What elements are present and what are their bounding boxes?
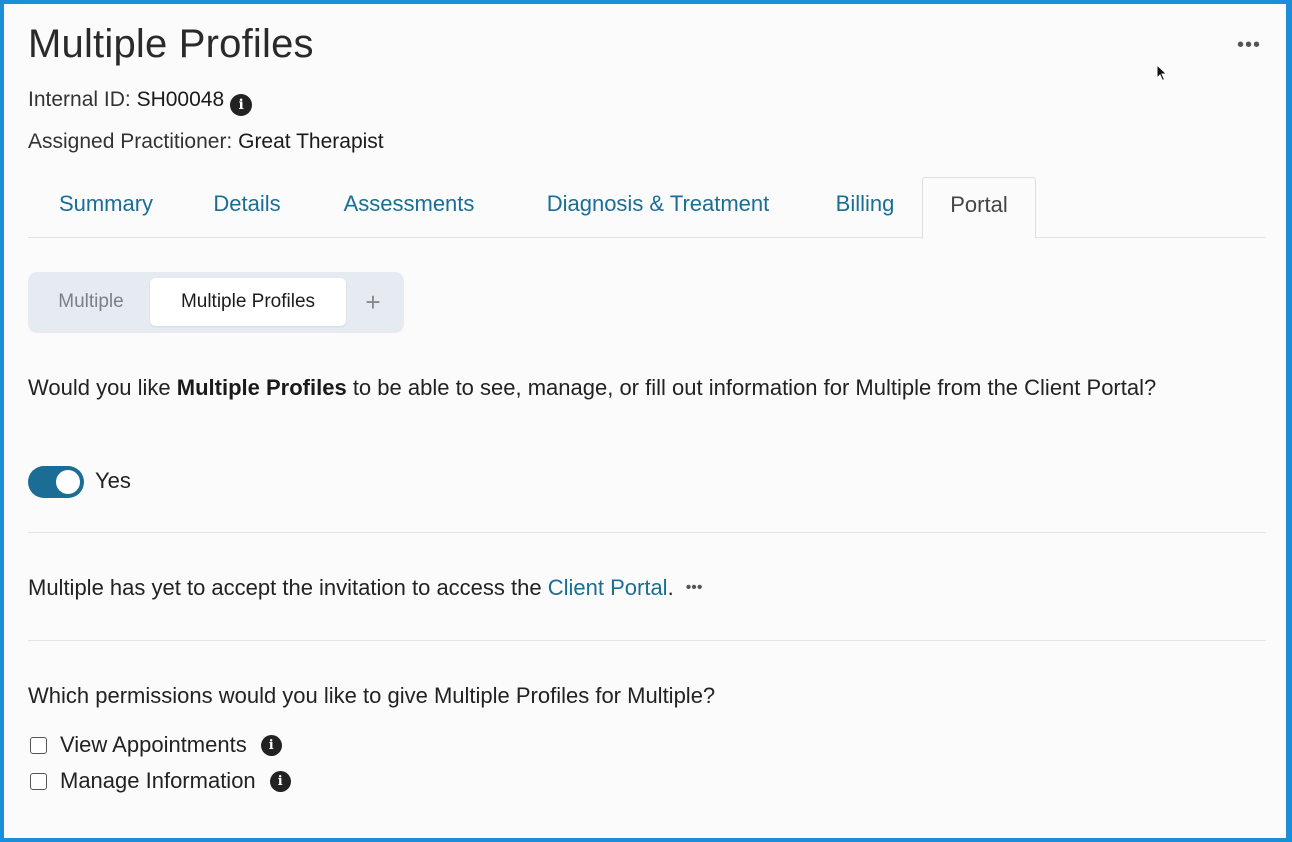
manage-information-checkbox[interactable] [30, 772, 47, 790]
practitioner-label: Assigned Practitioner: [28, 130, 239, 153]
mouse-cursor-icon [1156, 64, 1168, 82]
info-icon[interactable]: i [230, 94, 253, 116]
portal-access-question: Would you like Multiple Profiles to be a… [28, 370, 1258, 406]
invitation-text: Multiple has yet to accept the invitatio… [28, 575, 548, 600]
permission-manage-information: Manage Information i [28, 766, 291, 796]
profile-tab-multiple-profiles[interactable]: Multiple Profiles [150, 278, 346, 326]
info-icon[interactable]: i [269, 770, 291, 792]
tab-assessments[interactable]: Assessments [310, 177, 508, 238]
toggle-label: Yes [95, 468, 131, 493]
portal-access-toggle[interactable] [28, 466, 84, 498]
tab-portal[interactable]: Portal [922, 177, 1036, 239]
tab-diagnosis-treatment[interactable]: Diagnosis & Treatment [508, 177, 808, 238]
tab-summary[interactable]: Summary [28, 177, 184, 238]
profile-switcher: Multiple Multiple Profiles + [28, 272, 404, 333]
question-text-2: to be able to see, manage, or fill out i… [346, 375, 1157, 400]
view-appointments-label[interactable]: View Appointments [60, 732, 247, 758]
add-profile-plus-icon[interactable]: + [358, 282, 388, 322]
internal-id-line: Internal ID: SH00048 i [28, 88, 253, 116]
window-frame: Multiple Profiles ••• Internal ID: SH000… [0, 0, 1292, 842]
assigned-practitioner-line: Assigned Practitioner: Great Therapist [28, 130, 384, 154]
client-portal-link[interactable]: Client Portal [548, 575, 668, 600]
permissions-question: Which permissions would you like to give… [28, 683, 716, 708]
tab-bar: Summary Details Assessments Diagnosis & … [28, 177, 1266, 239]
view-appointments-checkbox[interactable] [30, 736, 47, 754]
profile-tab-multiple[interactable]: Multiple [38, 278, 144, 326]
invitation-suffix: . [667, 575, 674, 600]
page-title: Multiple Profiles [28, 22, 314, 66]
section-divider [28, 532, 1266, 533]
toggle-knob [56, 470, 80, 494]
tab-details[interactable]: Details [184, 177, 310, 238]
invitation-status: Multiple has yet to accept the invitatio… [28, 575, 703, 601]
question-text-1: Would you like [28, 375, 177, 400]
info-icon[interactable]: i [260, 734, 282, 756]
more-options-icon[interactable]: ••• [1236, 35, 1262, 60]
manage-information-label[interactable]: Manage Information [60, 768, 256, 794]
question-profile-name: Multiple Profiles [176, 375, 347, 400]
invitation-more-icon[interactable]: ••• [686, 579, 703, 597]
section-divider [28, 640, 1266, 641]
internal-id-label: Internal ID: [28, 88, 137, 111]
tab-billing[interactable]: Billing [808, 177, 922, 238]
practitioner-value: Great Therapist [238, 130, 384, 153]
permission-view-appointments: View Appointments i [28, 730, 282, 760]
internal-id-value: SH00048 [136, 88, 225, 111]
